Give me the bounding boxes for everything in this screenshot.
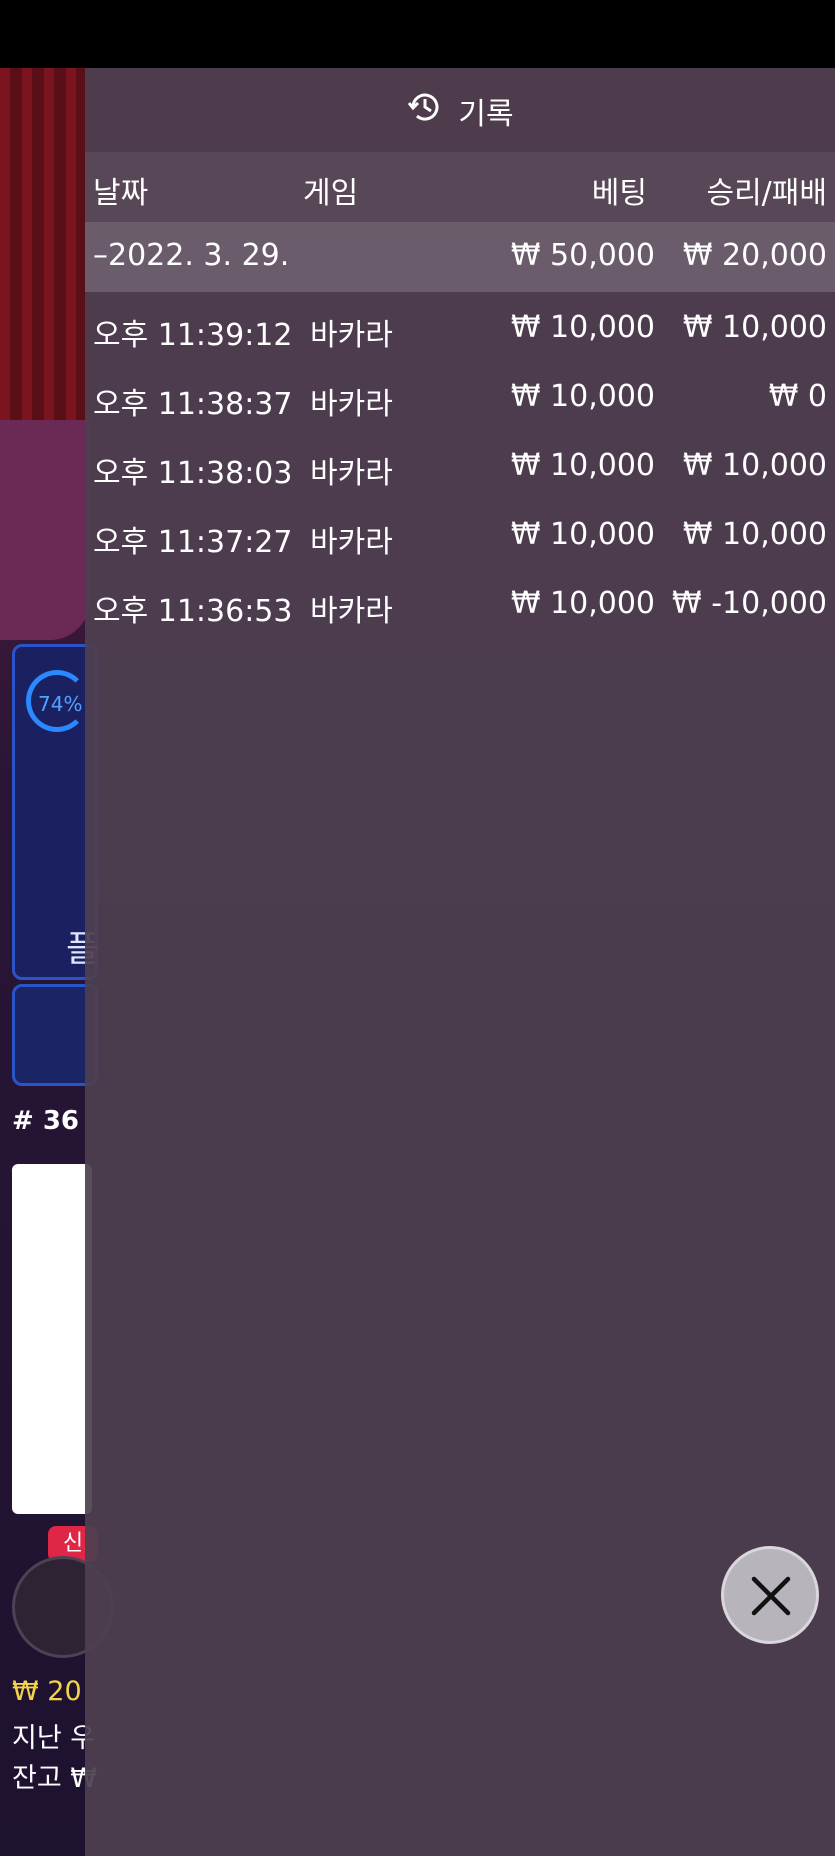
date-group-win-total: ₩ 20,000 — [682, 238, 827, 273]
history-row[interactable]: 오후 11:37:27 바카라 ₩ 10,000 ₩ 10,000 — [85, 501, 835, 570]
history-row[interactable]: 오후 11:39:12 바카라 ₩ 10,000 ₩ 10,000 — [85, 294, 835, 363]
row-winloss: ₩ 10,000 — [682, 517, 827, 552]
bead-road-board — [12, 1164, 92, 1514]
table-felt — [0, 420, 90, 640]
close-button[interactable] — [721, 1546, 819, 1644]
history-row[interactable]: 오후 11:38:37 바카라 ₩ 10,000 ₩ 0 — [85, 363, 835, 432]
row-game: 바카라 — [310, 318, 393, 353]
row-winloss: ₩ 0 — [768, 379, 827, 414]
row-time: 오후 11:36:53 — [93, 594, 293, 629]
shoe-number: # 36 — [12, 1106, 80, 1136]
row-game: 바카라 — [310, 594, 393, 629]
history-title: 기록 — [85, 88, 835, 134]
column-bet: 베팅 — [591, 176, 647, 211]
history-row[interactable]: 오후 11:38:03 바카라 ₩ 10,000 ₩ 10,000 — [85, 432, 835, 501]
column-game: 게임 — [303, 176, 359, 211]
last-win-line: 지난 우 — [12, 1723, 96, 1754]
row-bet: ₩ 10,000 — [510, 517, 655, 552]
row-game: 바카라 — [310, 525, 393, 560]
balance-line: ₩ 20 — [12, 1676, 82, 1707]
date-group-row[interactable]: –2022. 3. 29. ₩ 50,000 ₩ 20,000 — [85, 222, 835, 292]
date-group-bet-total: ₩ 50,000 — [510, 238, 655, 273]
row-game: 바카라 — [310, 387, 393, 422]
history-header: 기록 — [85, 68, 835, 152]
curtain-decoration — [0, 68, 90, 428]
row-time: 오후 11:38:03 — [93, 456, 293, 491]
history-title-text: 기록 — [458, 97, 514, 132]
row-bet: ₩ 10,000 — [510, 379, 655, 414]
row-winloss: ₩ 10,000 — [682, 310, 827, 345]
row-time: 오후 11:39:12 — [93, 318, 293, 353]
history-icon — [406, 88, 444, 134]
history-column-header: 날짜 게임 베팅 승리/패배 — [85, 152, 835, 222]
row-bet: ₩ 10,000 — [510, 310, 655, 345]
date-group-label: –2022. 3. 29. — [93, 238, 290, 273]
status-bar — [0, 0, 835, 68]
progress-label: 74% — [38, 692, 83, 716]
row-winloss: ₩ -10,000 — [672, 586, 827, 621]
row-bet: ₩ 10,000 — [510, 448, 655, 483]
row-game: 바카라 — [310, 456, 393, 491]
row-winloss: ₩ 10,000 — [682, 448, 827, 483]
row-time: 오후 11:38:37 — [93, 387, 293, 422]
row-time: 오후 11:37:27 — [93, 525, 293, 560]
row-bet: ₩ 10,000 — [510, 586, 655, 621]
close-icon — [751, 1576, 791, 1616]
history-row[interactable]: 오후 11:36:53 바카라 ₩ 10,000 ₩ -10,000 — [85, 570, 835, 639]
column-winloss: 승리/패배 — [706, 176, 827, 211]
column-date: 날짜 — [93, 176, 149, 211]
